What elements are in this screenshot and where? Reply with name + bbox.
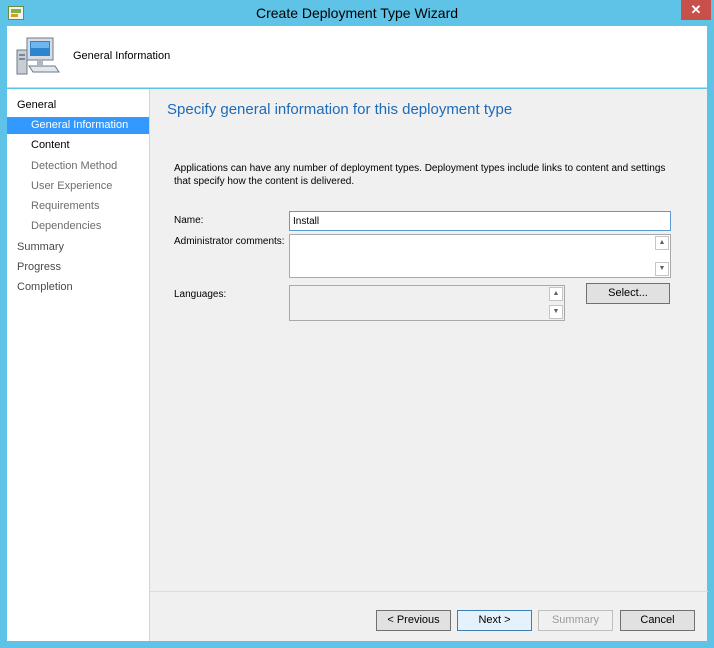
wizard-body: General General Information Content Dete… [7, 89, 708, 641]
scroll-down-icon[interactable]: ▼ [655, 262, 669, 276]
footer-divider [150, 591, 708, 592]
nav-item-completion[interactable]: Completion [7, 279, 149, 296]
nav-item-user-experience[interactable]: User Experience [7, 178, 149, 195]
previous-button[interactable]: < Previous [376, 610, 451, 631]
languages-scrollbar[interactable]: ▲ ▼ [549, 287, 563, 319]
name-label: Name: [174, 215, 204, 226]
nav-item-dependencies[interactable]: Dependencies [7, 218, 149, 235]
scroll-up-icon[interactable]: ▲ [655, 236, 669, 250]
select-languages-button[interactable]: Select... [586, 283, 670, 304]
nav-item-general[interactable]: General [7, 97, 149, 114]
header-title: General Information [73, 50, 171, 62]
computer-icon [13, 32, 61, 80]
main-panel: Specify general information for this dep… [149, 89, 708, 641]
close-button[interactable]: ✕ [681, 0, 711, 20]
title-bar: Create Deployment Type Wizard ✕ [0, 0, 714, 26]
name-input[interactable] [289, 211, 671, 231]
languages-list[interactable]: ▲ ▼ [289, 285, 565, 321]
comments-scrollbar[interactable]: ▲ ▼ [655, 236, 669, 276]
comments-textarea[interactable]: ▲ ▼ [289, 234, 671, 278]
cancel-button[interactable]: Cancel [620, 610, 695, 631]
nav-item-detection-method[interactable]: Detection Method [7, 158, 149, 175]
nav-item-progress[interactable]: Progress [7, 259, 149, 276]
wizard-nav: General General Information Content Dete… [7, 89, 149, 641]
page-heading: Specify general information for this dep… [167, 101, 513, 118]
wizard-header: General Information [7, 26, 707, 88]
nav-item-general-information[interactable]: General Information [7, 117, 149, 134]
nav-item-summary[interactable]: Summary [7, 239, 149, 256]
languages-label: Languages: [174, 289, 227, 300]
page-description: Applications can have any number of depl… [174, 163, 666, 187]
window-title: Create Deployment Type Wizard [255, 5, 459, 21]
close-icon: ✕ [690, 2, 702, 17]
summary-button: Summary [538, 610, 613, 631]
scroll-down-icon[interactable]: ▼ [549, 305, 563, 319]
comments-label: Administrator comments: [174, 236, 285, 247]
scroll-up-icon[interactable]: ▲ [549, 287, 563, 301]
nav-item-requirements[interactable]: Requirements [7, 198, 149, 215]
nav-item-content[interactable]: Content [7, 137, 149, 154]
wizard-window: Create Deployment Type Wizard ✕ General … [0, 0, 714, 648]
next-button[interactable]: Next > [457, 610, 532, 631]
